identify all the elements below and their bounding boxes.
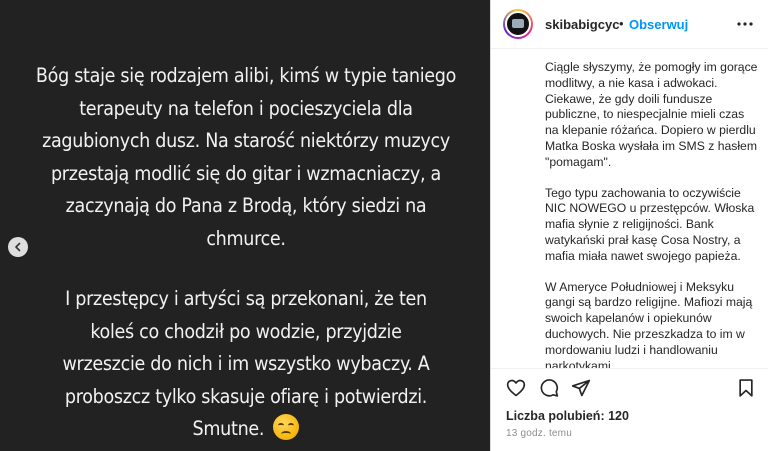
caption-paragraph: W Ameryce Południowej i Meksyku gangi są… xyxy=(545,279,753,368)
image-text-line: proboszcz tylko skasuje ofiarę i potwier… xyxy=(64,384,428,408)
heart-icon[interactable] xyxy=(506,378,526,398)
action-bar xyxy=(491,368,768,405)
post-header: skibabigcyc • Obserwuj xyxy=(491,0,768,49)
share-icon[interactable] xyxy=(571,378,591,398)
image-text-line: I przestępcy i artyści są przekonani, że… xyxy=(65,287,427,310)
comment-icon[interactable] xyxy=(539,378,559,398)
image-text-paragraph-2: I przestępcy i artyści są przekonani, że… xyxy=(34,283,458,446)
image-text-line: wrzeszcie do nich i im wszystko wybaczy.… xyxy=(62,352,430,375)
separator-dot: • xyxy=(619,16,624,31)
more-options-icon[interactable] xyxy=(735,14,755,34)
username-link[interactable]: skibabigcyc xyxy=(545,17,619,32)
carousel-previous-button[interactable] xyxy=(8,237,28,257)
likes-count[interactable]: Liczba polubień: 120 xyxy=(506,409,629,423)
disappointed-face-emoji-icon xyxy=(273,414,300,440)
caption-paragraph: Ciągle słyszymy, że pomogły im gorące mo… xyxy=(545,60,758,169)
image-text-line: koleś co chodził po wodzie, przyjdzie xyxy=(90,319,402,343)
image-text-paragraph-1: Bóg staje się rodzajem alibi, kimś w typ… xyxy=(35,64,457,250)
chevron-left-icon xyxy=(15,242,21,252)
post-timestamp[interactable]: 13 godz. temu xyxy=(506,428,572,439)
bookmark-icon[interactable] xyxy=(736,378,756,398)
image-text-line: Smutne. xyxy=(192,417,265,440)
follow-button[interactable]: Obserwuj xyxy=(629,17,688,32)
avatar[interactable] xyxy=(503,9,533,39)
caption-paragraph: Tego typu zachowania to oczywiście NIC N… xyxy=(545,185,755,263)
post-sidebar: skibabigcyc • Obserwuj Ciągle słyszymy, … xyxy=(490,0,768,451)
post-caption: Ciągle słyszymy, że pomogły im gorące mo… xyxy=(545,48,761,368)
post-image: Bóg staje się rodzajem alibi, kimś w typ… xyxy=(0,0,490,451)
